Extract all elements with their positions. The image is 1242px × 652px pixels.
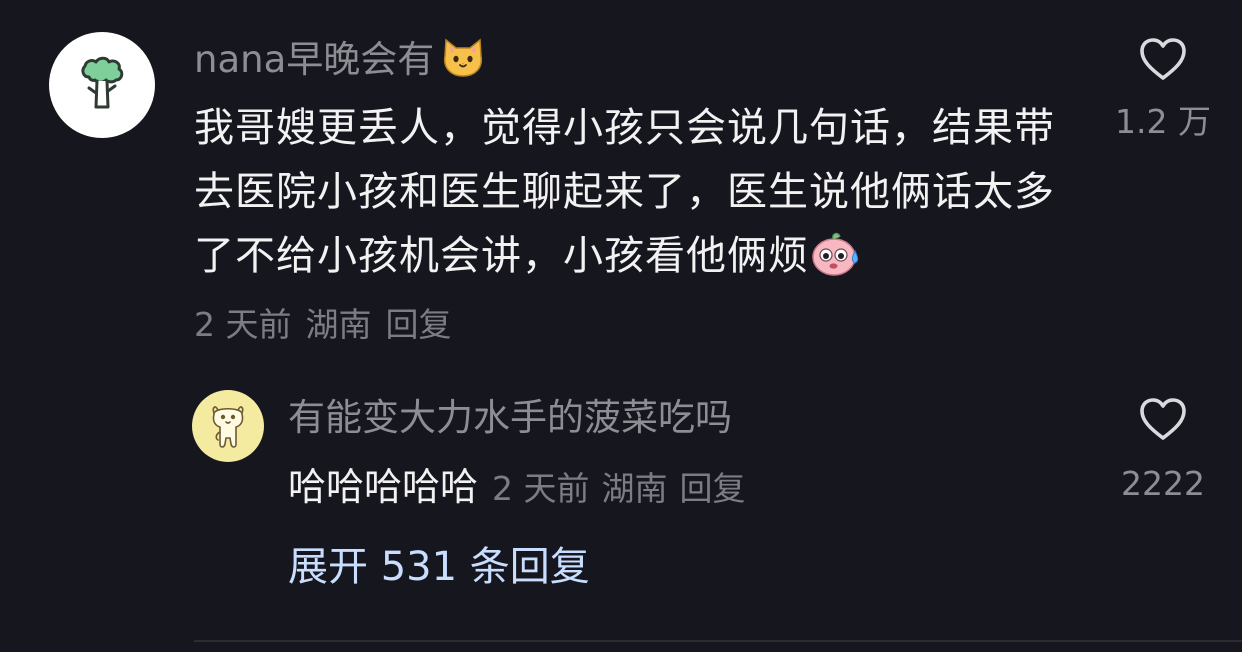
- comment-meta: 2 天前 湖南 回复: [194, 302, 466, 348]
- divider: [194, 640, 1242, 642]
- username-text: nana早晚会有: [194, 38, 435, 81]
- reply-reply-button[interactable]: 回复: [680, 469, 746, 508]
- broccoli-icon: [81, 56, 124, 109]
- expand-replies-button[interactable]: 展开 531 条回复: [288, 541, 590, 593]
- user-avatar[interactable]: [49, 32, 155, 138]
- like-count: 1.2 万: [1115, 102, 1211, 141]
- sweating-pink-face-icon: [809, 227, 863, 279]
- reply-time: 2 天前: [492, 469, 590, 508]
- reply-like-button[interactable]: 2222: [1108, 394, 1218, 506]
- comment-text: 我哥嫂更丢人，觉得小孩只会说几句话，结果带去医院小孩和医生聊起来了，医生说他俩话…: [194, 96, 1064, 288]
- comment-username[interactable]: nana早晚会有: [194, 34, 486, 85]
- reply-like-count: 2222: [1121, 464, 1205, 503]
- reply-username[interactable]: 有能变大力水手的菠菜吃吗: [288, 393, 732, 443]
- reply-text: 哈哈哈哈哈: [288, 465, 479, 509]
- comment-time: 2 天前: [194, 305, 292, 344]
- comment-item: nana早晚会有 我哥嫂更丢人，觉得小孩只会说几句话，结果带去医院小孩和医生聊起…: [0, 0, 1242, 652]
- reply-user-avatar[interactable]: [192, 390, 264, 462]
- reply-meta: 2 天前 湖南 回复: [492, 469, 758, 508]
- cartoon-dog-icon: [212, 406, 244, 448]
- cat-face-icon: [440, 34, 486, 80]
- reply-button[interactable]: 回复: [386, 305, 452, 344]
- comment-location: 湖南: [305, 305, 372, 344]
- comment-body: 我哥嫂更丢人，觉得小孩只会说几句话，结果带去医院小孩和医生聊起来了，医生说他俩话…: [194, 105, 1055, 279]
- reply-content: 哈哈哈哈哈 2 天前 湖南 回复: [288, 462, 758, 520]
- heart-icon: [1140, 38, 1186, 80]
- reply-location: 湖南: [601, 469, 668, 508]
- like-button[interactable]: 1.2 万: [1108, 34, 1218, 144]
- heart-icon: [1140, 398, 1186, 440]
